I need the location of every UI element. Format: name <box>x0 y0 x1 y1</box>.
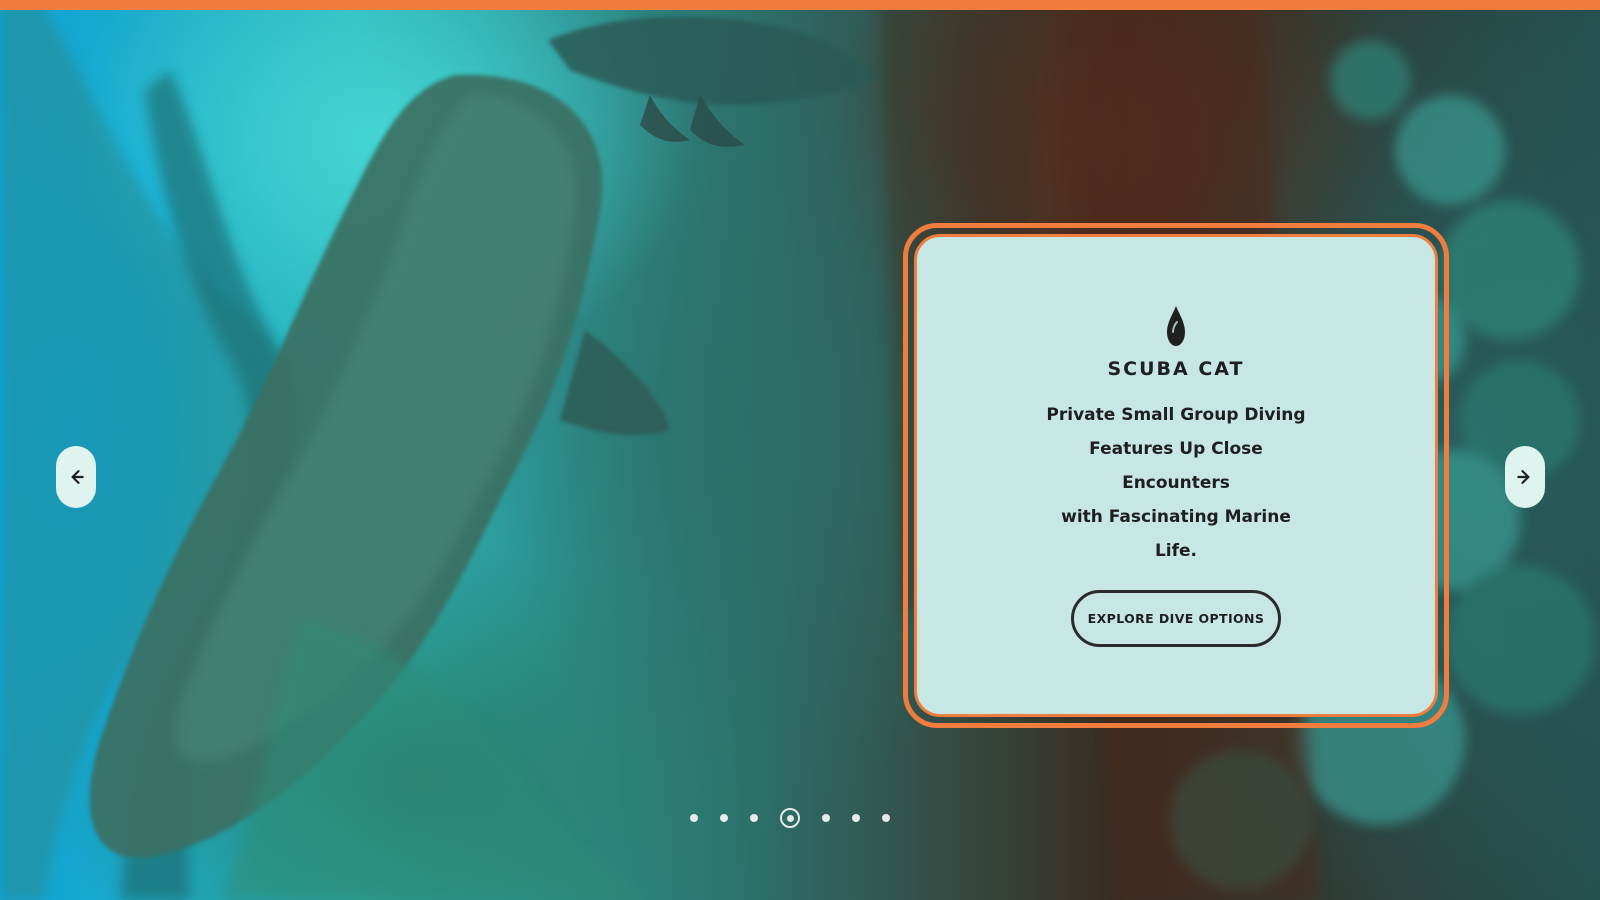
previous-slide-button[interactable] <box>56 446 96 508</box>
promo-card-inner: SCUBA CAT Private Small Group Diving Fea… <box>914 234 1438 717</box>
top-accent-bar <box>0 0 1600 10</box>
pagination-dot-5[interactable] <box>822 814 830 822</box>
water-drop-icon <box>1167 306 1185 346</box>
promo-tagline: Private Small Group Diving Features Up C… <box>1041 398 1311 568</box>
pagination-dot-active[interactable] <box>780 808 800 828</box>
arrow-left-icon <box>71 470 84 484</box>
pagination-dot-3[interactable] <box>750 814 758 822</box>
pagination-dot-6[interactable] <box>852 814 860 822</box>
slider-pagination <box>690 805 890 831</box>
promo-tagline-line-2: Features Up Close Encounters <box>1089 439 1263 493</box>
promo-tagline-line-1: Private Small Group Diving <box>1046 405 1306 425</box>
promo-tagline-line-3: with Fascinating Marine Life. <box>1061 507 1291 561</box>
promo-card: SCUBA CAT Private Small Group Diving Fea… <box>903 223 1449 728</box>
pagination-dot-1[interactable] <box>690 814 698 822</box>
explore-dive-options-button[interactable]: EXPLORE DIVE OPTIONS <box>1070 590 1282 647</box>
brand-title: SCUBA CAT <box>1107 358 1245 380</box>
next-slide-button[interactable] <box>1505 446 1545 508</box>
pagination-dot-2[interactable] <box>720 814 728 822</box>
pagination-dot-7[interactable] <box>882 814 890 822</box>
arrow-right-icon <box>1517 470 1530 484</box>
hero-slider: SCUBA CAT Private Small Group Diving Fea… <box>0 0 1600 900</box>
